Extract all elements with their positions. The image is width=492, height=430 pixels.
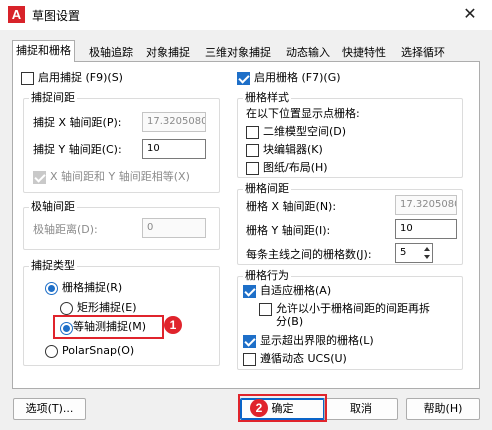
block-editor-label: 块编辑器(K) [263, 143, 323, 156]
grid-y-label: 栅格 Y 轴间距(I): [246, 224, 331, 237]
enable-snap-checkbox[interactable] [21, 72, 34, 85]
subdivide-checkbox[interactable] [259, 303, 272, 316]
tab-3d-object-snap[interactable]: 三维对象捕捉 [203, 43, 273, 62]
sheet-layout-checkbox[interactable] [246, 162, 259, 175]
snap-y-input[interactable]: 10 [142, 139, 206, 159]
equal-spacing-checkbox[interactable] [33, 171, 46, 184]
adaptive-grid-checkbox[interactable] [243, 285, 256, 298]
tab-dynamic-input[interactable]: 动态输入 [284, 43, 332, 62]
beyond-limits-label: 显示超出界限的栅格(L) [260, 334, 374, 347]
equal-spacing-label: X 轴间距和 Y 轴间距相等(X) [50, 170, 190, 183]
snap-type-title: 捕捉类型 [29, 259, 77, 273]
block-editor-checkbox[interactable] [246, 144, 259, 157]
snap-x-input[interactable]: 17.32050808 [142, 112, 206, 132]
tab-polar-tracking[interactable]: 极轴追踪 [87, 43, 135, 62]
snap-y-label: 捕捉 Y 轴间距(C): [33, 143, 122, 156]
spin-down-icon[interactable] [424, 255, 430, 259]
model-space-label: 二维模型空间(D) [263, 125, 347, 138]
polarsnap-label: PolarSnap(O) [62, 344, 135, 357]
snap-x-label: 捕捉 X 轴间距(P): [33, 116, 122, 129]
isometric-highlight [53, 315, 164, 339]
grid-behavior-title: 栅格行为 [243, 269, 291, 283]
title-bar: A 草图设置 ✕ [0, 0, 492, 30]
grid-snap-radio[interactable] [45, 282, 58, 295]
tab-strip: 捕捉和栅格 极轴追踪 对象捕捉 三维对象捕捉 动态输入 快捷特性 选择循环 [12, 40, 482, 62]
subdivide-label-line2: 分(B) [276, 315, 304, 328]
autocad-logo-icon: A [8, 6, 25, 23]
spin-up-icon[interactable] [424, 247, 430, 251]
grid-y-input[interactable]: 10 [395, 219, 457, 239]
polar-distance-label: 极轴距离(D): [33, 223, 98, 236]
grid-x-input[interactable]: 17.32050808 [395, 195, 457, 215]
tab-snap-grid[interactable]: 捕捉和栅格 [12, 40, 75, 62]
grid-style-title: 栅格样式 [243, 91, 291, 105]
close-icon[interactable]: ✕ [458, 3, 482, 25]
enable-snap-label: 启用捕捉 (F9)(S) [38, 71, 123, 84]
sheet-layout-label: 图纸/布局(H) [263, 161, 328, 174]
rect-snap-radio[interactable] [60, 302, 73, 315]
major-line-label: 每条主线之间的栅格数(J): [246, 248, 372, 261]
cancel-button[interactable]: 取消 [324, 398, 398, 420]
tab-object-snap[interactable]: 对象捕捉 [144, 43, 192, 62]
tab-quick-properties[interactable]: 快捷特性 [340, 43, 388, 62]
beyond-limits-checkbox[interactable] [243, 335, 256, 348]
polar-distance-input[interactable]: 0 [142, 218, 206, 238]
adaptive-grid-label: 自适应栅格(A) [260, 284, 332, 297]
spin-arrows-icon[interactable] [420, 244, 432, 262]
polarsnap-radio[interactable] [45, 345, 58, 358]
follow-ucs-label: 遵循动态 UCS(U) [260, 352, 347, 365]
major-line-stepper[interactable]: 5 [395, 243, 433, 263]
grid-snap-label: 栅格捕捉(R) [62, 281, 123, 294]
step-badge-2: 2 [250, 399, 268, 417]
help-button[interactable]: 帮助(H) [406, 398, 480, 420]
snap-spacing-title: 捕捉间距 [29, 91, 77, 105]
step-badge-1: 1 [164, 316, 182, 334]
enable-grid-label: 启用栅格 (F7)(G) [254, 71, 341, 84]
tab-selection-cycling[interactable]: 选择循环 [399, 43, 447, 62]
grid-style-description: 在以下位置显示点栅格: [246, 107, 360, 120]
model-space-checkbox[interactable] [246, 126, 259, 139]
follow-ucs-checkbox[interactable] [243, 353, 256, 366]
subdivide-label-line1: 允许以小于栅格间距的间距再拆 [276, 302, 430, 315]
grid-spacing-title: 栅格间距 [243, 182, 291, 196]
rect-snap-label: 矩形捕捉(E) [77, 301, 137, 314]
options-button[interactable]: 选项(T)... [13, 398, 86, 420]
major-line-value: 5 [400, 247, 407, 258]
polar-spacing-title: 极轴间距 [29, 200, 77, 214]
window-title: 草图设置 [32, 9, 81, 23]
grid-x-label: 栅格 X 轴间距(N): [246, 200, 337, 213]
enable-grid-checkbox[interactable] [237, 72, 250, 85]
